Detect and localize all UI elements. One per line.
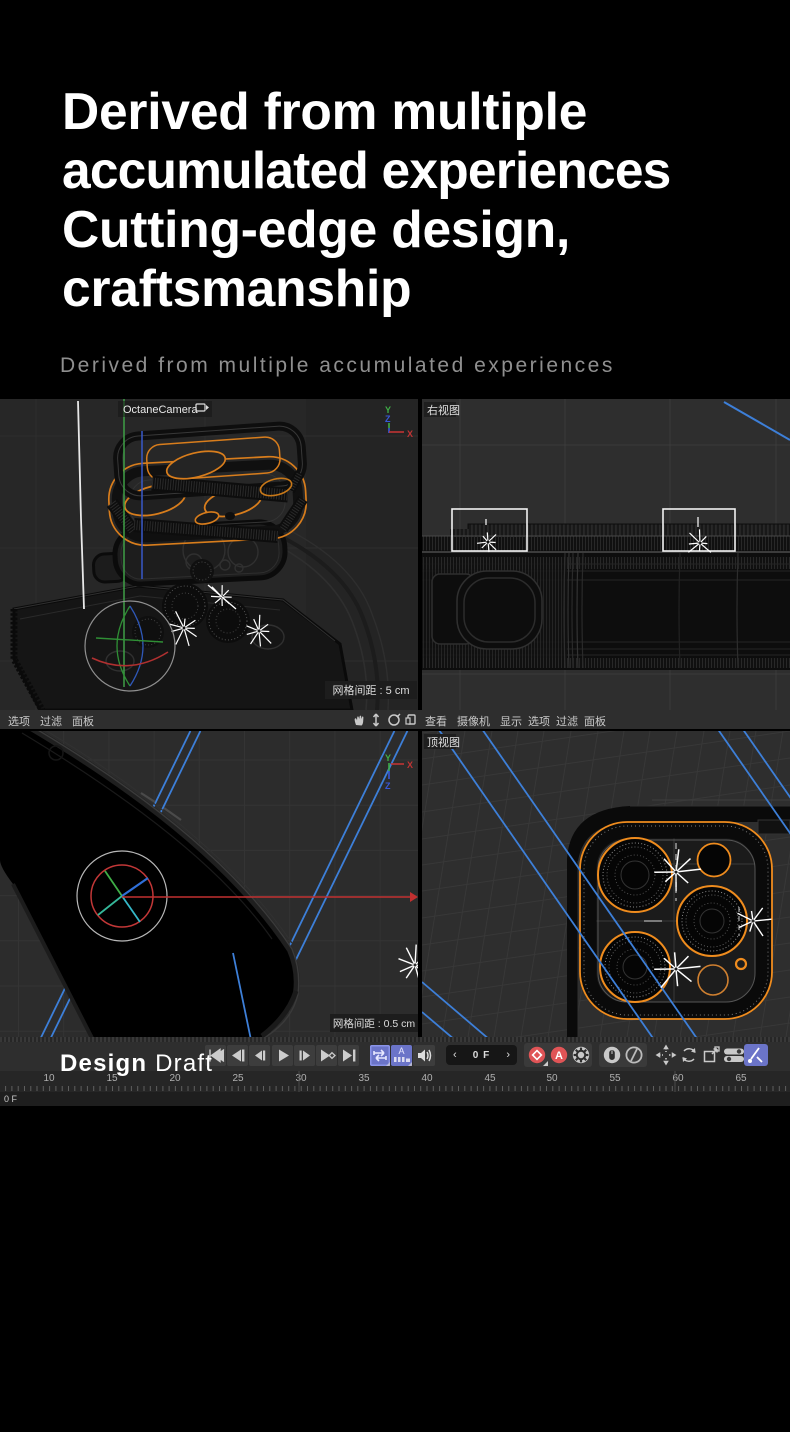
svg-text:网格间距 : 0.5 cm: 网格间距 : 0.5 cm — [333, 1017, 416, 1030]
svg-text:X: X — [407, 760, 413, 770]
svg-text:X: X — [407, 429, 413, 439]
svg-text:Z: Z — [385, 781, 391, 791]
svg-text:A: A — [398, 1046, 404, 1056]
svg-text:右视图: 右视图 — [427, 403, 460, 417]
svg-text:OctaneCamera: OctaneCamera — [123, 404, 198, 416]
svg-text:Z: Z — [385, 414, 391, 424]
svg-text:Y: Y — [385, 753, 391, 763]
svg-text:顶视图: 顶视图 — [427, 735, 460, 749]
svg-text:A: A — [555, 1050, 563, 1062]
svg-text:网格间距 : 5 cm: 网格间距 : 5 cm — [332, 683, 409, 697]
